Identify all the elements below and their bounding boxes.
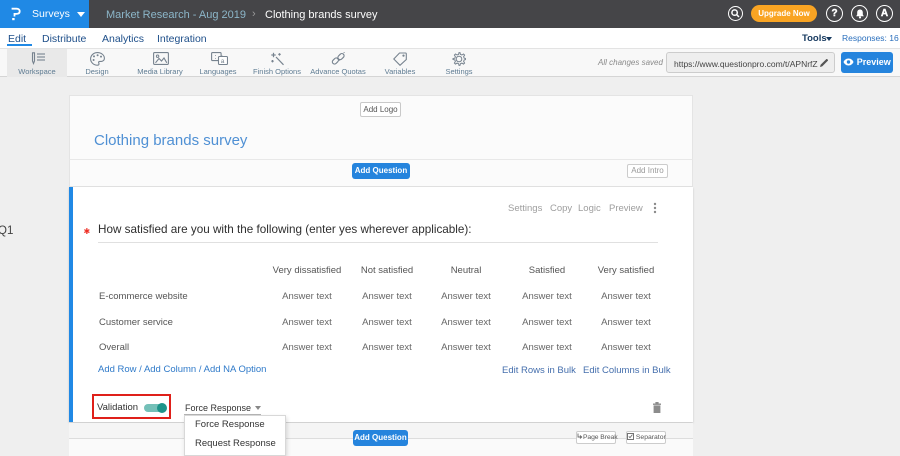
svg-text:a: a	[221, 58, 225, 65]
